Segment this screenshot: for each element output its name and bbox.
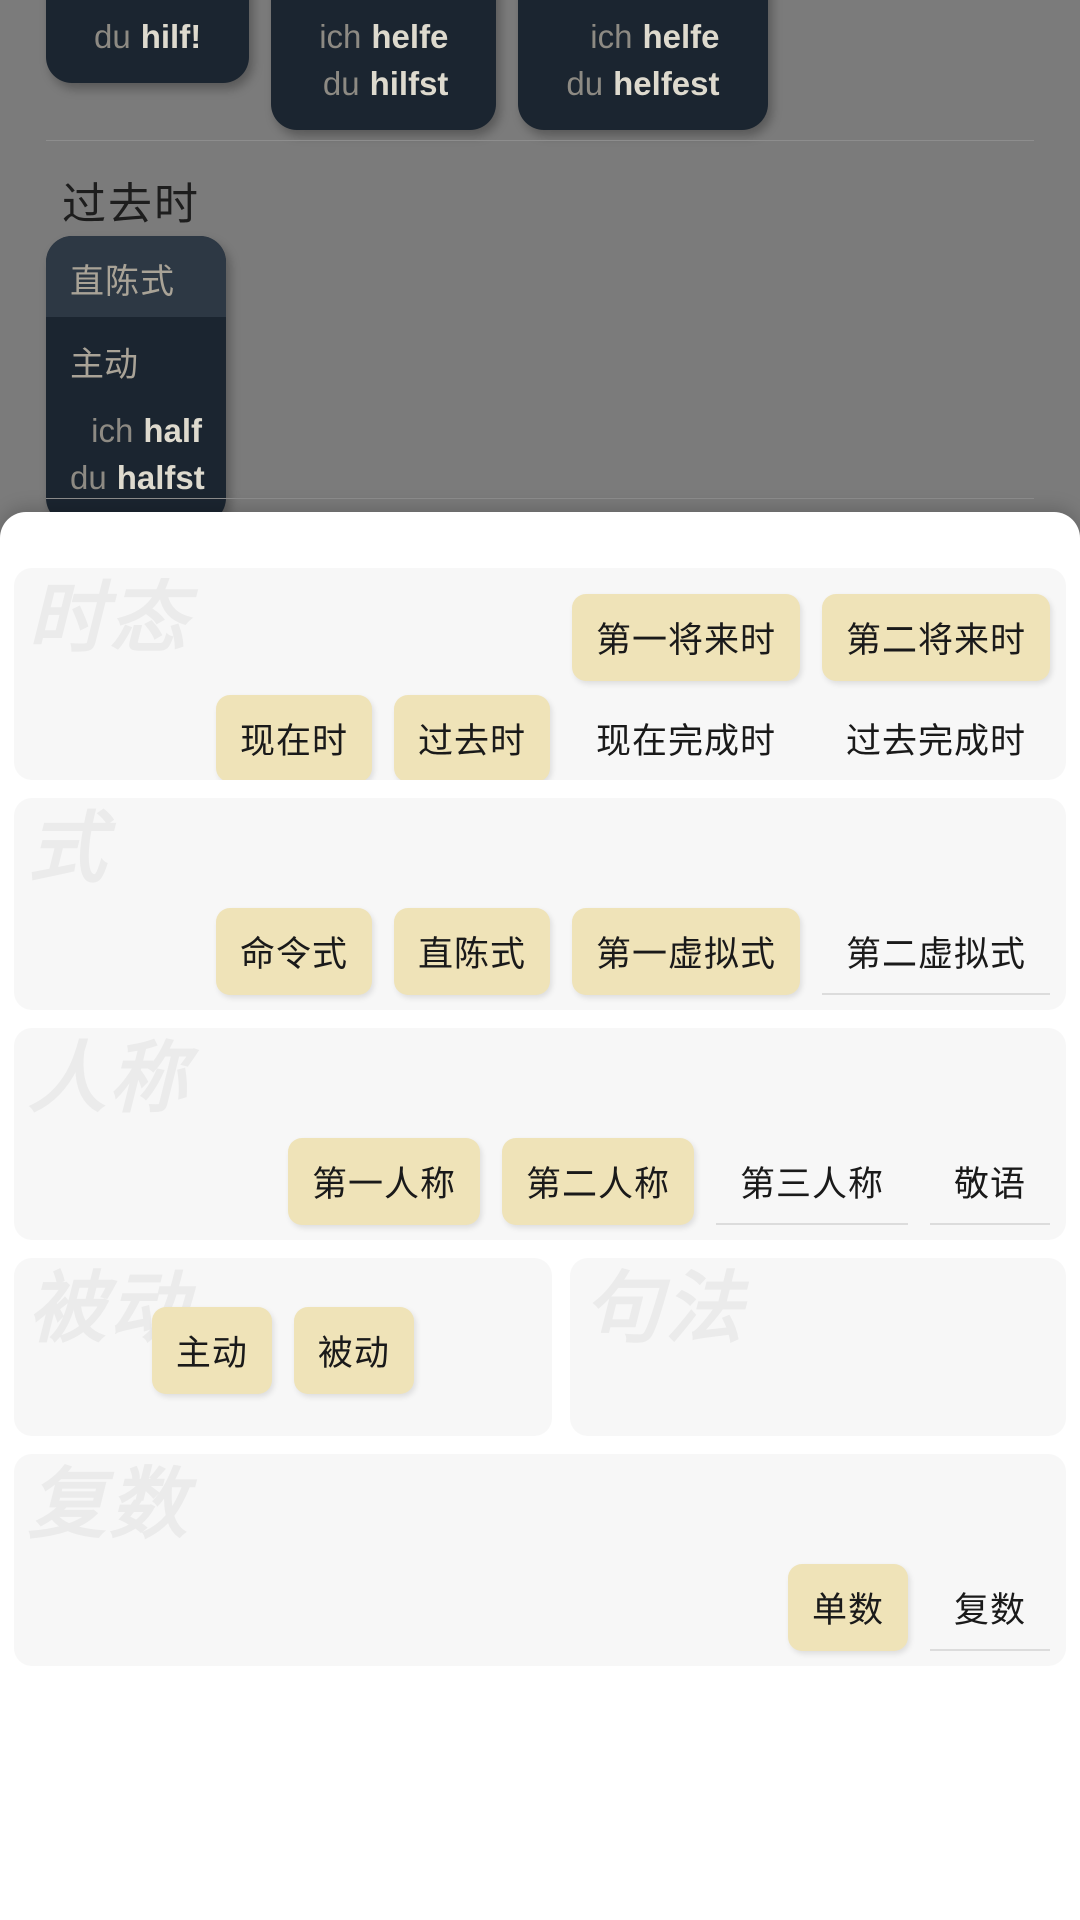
verb-form: helfe xyxy=(642,18,720,55)
filter-group-voice: 被动 主动 被动 xyxy=(14,1258,552,1436)
filter-group-syntax: 句法 xyxy=(569,1258,1066,1436)
filter-group-label: 复数 xyxy=(28,1460,191,1548)
filter-group-label: 式 xyxy=(28,804,110,892)
filter-chip-number-plural[interactable]: 复数 xyxy=(929,1564,1050,1651)
chip-row: 单数 复数 xyxy=(787,1564,1050,1651)
chip-rows: 命令式 直陈式 第一虚拟式 第二虚拟式 xyxy=(30,908,1050,995)
conjugation-card-voice-label: 主动 xyxy=(70,346,138,384)
conjugation-line: du helfest xyxy=(566,61,719,108)
pronoun: ich xyxy=(319,18,362,55)
filter-chip-tense-past-perfect[interactable]: 过去完成时 xyxy=(822,695,1050,780)
conjugation-card-body: du hilf! xyxy=(70,0,225,61)
filter-group-pair-row: 被动 主动 被动 句法 xyxy=(14,1258,1066,1436)
chip-rows: 第一人称 第二人称 第三人称 敬语 xyxy=(30,1138,1050,1225)
filter-group-mood: 式 命令式 直陈式 第一虚拟式 第二虚拟式 xyxy=(14,798,1066,1010)
chip-rows: 单数 复数 xyxy=(30,1564,1050,1651)
conjugation-card-row-top: du hilf! ich helfe du hilfst ich helfe d… xyxy=(46,0,768,130)
filter-chip-voice-active[interactable]: 主动 xyxy=(151,1306,272,1394)
filter-chip-tense-past[interactable]: 过去时 xyxy=(393,695,550,780)
pronoun: ich xyxy=(590,18,633,55)
filter-chip-tense-future1[interactable]: 第一将来时 xyxy=(571,594,800,681)
pronoun: du xyxy=(322,64,360,102)
filter-chip-voice-passive[interactable]: 被动 xyxy=(293,1306,414,1394)
chip-row: 第一人称 第二人称 第三人称 敬语 xyxy=(287,1138,1050,1225)
conjugation-card-body: ich helfe du hilfst xyxy=(295,0,472,108)
conjugation-line: du hilf! xyxy=(94,14,201,61)
conjugation-line: du halfst xyxy=(70,455,205,502)
verb-form: hilfst xyxy=(369,64,449,102)
chip-row: 第一将来时 第二将来时 xyxy=(571,594,1050,681)
filter-chip-tense-present-perfect[interactable]: 现在完成时 xyxy=(572,695,800,780)
filter-chip-person-third[interactable]: 第三人称 xyxy=(715,1138,908,1225)
filter-chip-mood-imperative[interactable]: 命令式 xyxy=(215,908,372,995)
pronoun: du xyxy=(94,18,131,55)
section-title-past: 过去时 xyxy=(62,180,200,229)
filter-group-label: 人称 xyxy=(28,1034,191,1122)
conjugation-line: du hilfst xyxy=(319,61,449,108)
filter-chip-tense-future2[interactable]: 第二将来时 xyxy=(821,594,1050,681)
filter-group-label: 句法 xyxy=(583,1264,746,1352)
filter-group-person: 人称 第一人称 第二人称 第三人称 敬语 xyxy=(14,1028,1066,1240)
verb-form: hilf! xyxy=(140,18,202,55)
conjugation-line: ich half xyxy=(70,408,202,455)
pronoun: du xyxy=(566,64,604,102)
chip-row: 主动 被动 xyxy=(151,1306,414,1394)
filter-chip-person-first[interactable]: 第一人称 xyxy=(287,1138,480,1225)
chip-row: 现在时 过去时 现在完成时 过去完成时 xyxy=(215,695,1050,780)
filter-group-number: 复数 单数 复数 xyxy=(14,1454,1066,1666)
chip-rows: 第一将来时 第二将来时 现在时 过去时 现在完成时 过去完成时 xyxy=(30,594,1050,780)
verb-form: half xyxy=(143,412,202,449)
verb-form: halfst xyxy=(116,458,205,496)
pronoun: ich xyxy=(91,412,134,449)
filter-chip-mood-indicative[interactable]: 直陈式 xyxy=(393,908,550,995)
filter-chip-mood-subjunctive2[interactable]: 第二虚拟式 xyxy=(821,908,1050,995)
conjugation-card-body: ich half du halfst xyxy=(46,392,226,502)
filter-group-tense: 时态 第一将来时 第二将来时 现在时 过去时 现在完成时 过去完成时 xyxy=(14,568,1066,780)
conjugation-card-body: ich helfe du helfest xyxy=(542,0,743,108)
filter-chip-tense-present[interactable]: 现在时 xyxy=(215,695,372,780)
filter-chip-mood-subjunctive1[interactable]: 第一虚拟式 xyxy=(571,908,800,995)
screen-root: du hilf! ich helfe du hilfst ich helfe d… xyxy=(0,0,1080,1920)
conjugation-card-past[interactable]: 直陈式 主动 ich half du halfst xyxy=(46,236,226,524)
conjugation-card[interactable]: ich helfe du helfest xyxy=(518,0,768,130)
chip-rows: 主动 被动 xyxy=(30,1284,536,1416)
filter-chip-person-second[interactable]: 第二人称 xyxy=(501,1138,694,1225)
section-divider xyxy=(46,498,1034,499)
verb-form: helfest xyxy=(613,64,720,102)
conjugation-card[interactable]: ich helfe du hilfst xyxy=(271,0,497,130)
filter-chip-person-formal[interactable]: 敬语 xyxy=(929,1138,1050,1225)
section-divider xyxy=(46,140,1034,141)
conjugation-card-mood-label: 直陈式 xyxy=(46,236,226,317)
filter-bottom-sheet: 时态 第一将来时 第二将来时 现在时 过去时 现在完成时 过去完成时 式 命令式 xyxy=(0,512,1080,1920)
conjugation-card[interactable]: du hilf! xyxy=(46,0,250,83)
conjugation-line: ich helfe xyxy=(319,14,448,61)
pronoun: du xyxy=(70,458,107,496)
chip-row: 命令式 直陈式 第一虚拟式 第二虚拟式 xyxy=(215,908,1050,995)
verb-form: helfe xyxy=(371,18,449,55)
filter-chip-number-singular[interactable]: 单数 xyxy=(787,1564,908,1651)
conjugation-line: ich helfe xyxy=(566,14,719,61)
